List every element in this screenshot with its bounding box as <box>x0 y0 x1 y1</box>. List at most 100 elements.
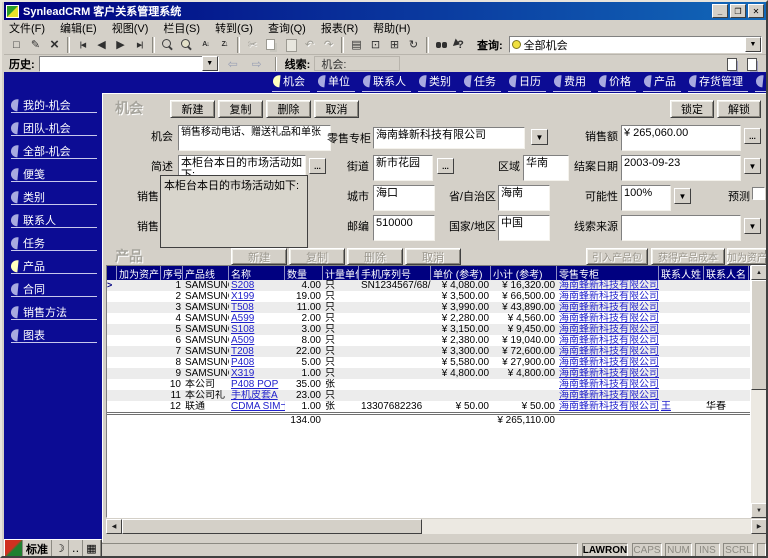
scroll-up-icon[interactable]: ▲ <box>751 265 767 280</box>
export-icon[interactable]: ⊡ <box>367 37 384 53</box>
next-record-icon[interactable]: ▶ <box>112 37 129 53</box>
tab-category[interactable]: 类别 <box>418 73 456 92</box>
product-row[interactable]: 11 本公司礼 手机皮套A 23.00 只 海南蜂新科技有限公司 <box>107 390 750 401</box>
product-row[interactable]: 9 SAMSUNG X319 1.00 只 ¥ 4,800.00 ¥ 4,800… <box>107 368 750 379</box>
store-link[interactable]: 海南蜂新科技有限公司 <box>559 313 659 324</box>
paste-icon[interactable] <box>282 37 299 53</box>
close-date-field[interactable]: 2003-09-23 <box>621 155 741 181</box>
lock-button[interactable]: 锁定 <box>670 100 714 118</box>
opportunity-copy-button[interactable]: 复制 <box>218 100 263 118</box>
restore-icon[interactable]: ❐ <box>730 4 746 18</box>
street-field[interactable]: 新市花园 <box>373 155 433 181</box>
product-row[interactable]: 10 本公司 P408 POP 35.00 张 海南蜂新科技有限公司 <box>107 379 750 390</box>
grid-horizontal-scrollbar[interactable]: ◀ ▶ <box>106 519 767 534</box>
ime-mode-button[interactable]: 标准 <box>23 540 52 557</box>
product-name-link[interactable]: 手机皮套A <box>231 390 278 401</box>
menu-item[interactable]: 帮助(H) <box>373 20 410 36</box>
opportunity-new-button[interactable]: 新建 <box>170 100 215 118</box>
product-name-link[interactable]: T208 <box>231 346 254 357</box>
menu-item[interactable]: 文件(F) <box>9 20 45 36</box>
close-date-dropdown-icon[interactable]: ▼ <box>744 158 761 174</box>
store-link[interactable]: 海南蜂新科技有限公司 <box>559 401 659 412</box>
store-dropdown-icon[interactable]: ▼ <box>531 129 548 145</box>
col-name[interactable]: 名称 <box>229 266 285 280</box>
product-name-link[interactable]: CDMA SIM卡 <box>231 401 285 412</box>
new-record-icon[interactable]: □ <box>8 37 25 53</box>
product-row[interactable]: 6 SAMSUNG A509 8.00 只 ¥ 2,380.00 ¥ 19,04… <box>107 335 750 346</box>
forward-icon[interactable]: ⇨ <box>247 56 267 71</box>
product-cancel-button[interactable]: 取消 <box>405 248 461 265</box>
sidebar-item-tasks[interactable]: 任务 <box>11 238 97 251</box>
query-combobox[interactable]: 全部机会 ▼ <box>509 36 762 53</box>
product-name-link[interactable]: X319 <box>231 368 254 379</box>
forecast-checkbox[interactable] <box>752 187 765 200</box>
query-dropdown-icon[interactable]: ▼ <box>745 37 761 52</box>
city-field[interactable]: 海口 <box>373 185 435 211</box>
toolbar-separator[interactable] <box>237 37 240 53</box>
product-row[interactable]: 7 SAMSUNG T208 22.00 只 ¥ 3,300.00 ¥ 72,6… <box>107 346 750 357</box>
store-link[interactable]: 海南蜂新科技有限公司 <box>559 324 659 335</box>
back-icon[interactable]: ⇦ <box>223 56 243 71</box>
sort-desc-icon[interactable]: Z↓ <box>216 37 233 53</box>
menu-item[interactable]: 栏目(S) <box>163 20 200 36</box>
zip-field[interactable]: 510000 <box>373 215 435 241</box>
toolbar-separator[interactable] <box>341 37 344 53</box>
toolbar-separator[interactable] <box>152 37 155 53</box>
search-plus-icon[interactable] <box>178 37 195 53</box>
ime-logo-icon[interactable] <box>5 540 23 557</box>
store-link[interactable]: 海南蜂新科技有限公司 <box>559 291 659 302</box>
history-combobox[interactable]: ▼ <box>39 56 219 72</box>
col-asset[interactable]: 加为资产 <box>117 266 161 280</box>
sort-asc-icon[interactable]: A↓ <box>197 37 214 53</box>
toolbar-separator[interactable] <box>67 37 70 53</box>
opportunity-cancel-button[interactable]: 取消 <box>314 100 359 118</box>
first-record-icon[interactable]: |◀ <box>74 37 91 53</box>
col-subtotal[interactable]: 小计 (参考) <box>491 266 557 280</box>
add-as-asset-button[interactable]: 加为资产 <box>727 248 767 265</box>
sidebar-item-products[interactable]: 产品 <box>11 261 97 274</box>
product-name-link[interactable]: S208 <box>231 280 254 291</box>
tab-price[interactable]: 价格 <box>598 73 636 92</box>
product-name-link[interactable]: X199 <box>231 291 254 302</box>
store-link[interactable]: 海南蜂新科技有限公司 <box>559 368 659 379</box>
undo-icon[interactable]: ↶ <box>301 37 318 53</box>
print-preview-icon[interactable]: ⊞ <box>386 37 403 53</box>
probability-dropdown-icon[interactable]: ▼ <box>674 188 691 204</box>
col-contact-first[interactable]: 联系人名 <box>704 266 749 280</box>
store-link[interactable]: 海南蜂新科技有限公司 <box>559 346 659 357</box>
search-icon[interactable] <box>159 37 176 53</box>
copy-icon[interactable] <box>263 37 280 53</box>
province-field[interactable]: 海南 <box>498 185 550 211</box>
col-seq[interactable]: 序号 <box>161 266 183 280</box>
sidebar-item-category[interactable]: 类别 <box>11 192 97 205</box>
product-name-link[interactable]: P408 POP <box>231 379 278 390</box>
print-icon[interactable]: ▤ <box>348 37 365 53</box>
col-unit[interactable]: 计量单位 <box>323 266 359 280</box>
product-name-link[interactable]: A509 <box>231 335 254 346</box>
tab-calendar[interactable]: 日历 <box>508 73 546 92</box>
tab-inventory[interactable]: 存货管理 <box>688 73 748 92</box>
product-name-link[interactable]: T508 <box>231 302 254 313</box>
import-product-package-button[interactable]: 引入产品包 <box>586 248 648 265</box>
probability-field[interactable]: 100% <box>621 185 671 211</box>
delete-record-icon[interactable]: × <box>46 37 63 53</box>
product-copy-button[interactable]: 复制 <box>289 248 345 265</box>
sidebar-item-contacts[interactable]: 联系人 <box>11 215 97 228</box>
sidebar-item-contracts[interactable]: 合同 <box>11 284 97 297</box>
country-field[interactable]: 中国 <box>498 215 550 241</box>
product-row[interactable]: 5 SAMSUNG S108 3.00 只 ¥ 3,150.00 ¥ 9,450… <box>107 324 750 335</box>
product-name-link[interactable]: P408 <box>231 357 254 368</box>
store-link[interactable]: 海南蜂新科技有限公司 <box>559 280 659 291</box>
product-row[interactable]: > 1 SAMSUNG S208 4.00 只 SN1234567/68/ ¥ … <box>107 280 750 291</box>
last-record-icon[interactable]: ▶| <box>131 37 148 53</box>
ime-punct-icon[interactable]: ‥ <box>69 540 83 557</box>
col-line[interactable]: 产品线 <box>183 266 229 280</box>
sidebar-item-my-opportunity[interactable]: 我的-机会 <box>11 100 97 113</box>
help-cursor-icon[interactable]: ? <box>452 37 469 53</box>
store-link[interactable]: 海南蜂新科技有限公司 <box>559 335 659 346</box>
tab-contact[interactable]: 联系人 <box>362 73 411 92</box>
col-store[interactable]: 零售专柜 <box>557 266 659 280</box>
sidebar-item-team-opportunity[interactable]: 团队-机会 <box>11 123 97 136</box>
menu-item[interactable]: 编辑(E) <box>60 20 97 36</box>
menu-item[interactable]: 查询(Q) <box>268 20 306 36</box>
